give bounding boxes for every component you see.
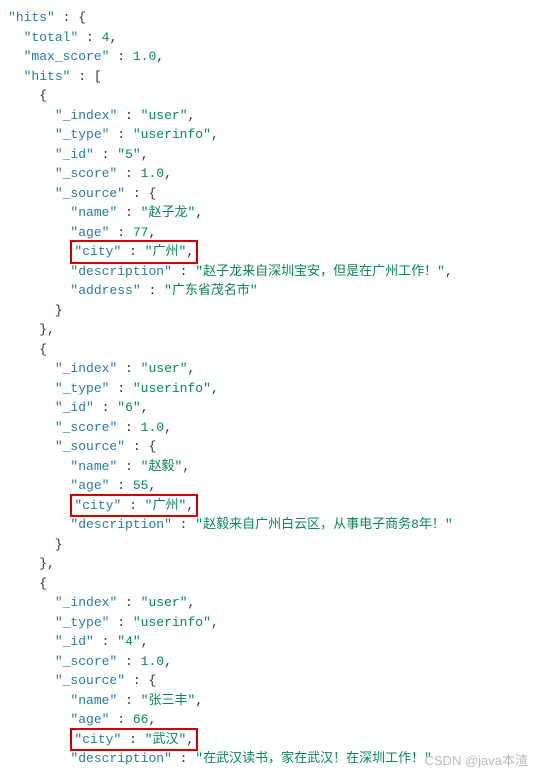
line: "_index" : "user", — [8, 593, 530, 613]
line: "_id" : "5", — [8, 145, 530, 165]
line: { — [8, 86, 530, 106]
line: "_source" : { — [8, 184, 530, 204]
city-highlight: "city" : "广州", — [8, 496, 530, 516]
line: "_type" : "userinfo", — [8, 379, 530, 399]
line: "_id" : "6", — [8, 398, 530, 418]
line: "address" : "广东省茂名市" — [8, 281, 530, 301]
line: "_source" : { — [8, 671, 530, 691]
line: } — [8, 535, 530, 555]
city-highlight: "city" : "广州", — [8, 242, 530, 262]
line: }, — [8, 320, 530, 340]
line: "_score" : 1.0, — [8, 164, 530, 184]
line: { — [8, 574, 530, 594]
line: "_type" : "userinfo", — [8, 613, 530, 633]
line: "name" : "赵毅", — [8, 457, 530, 477]
line: "hits" : { — [8, 8, 530, 28]
line: "_id" : "4", — [8, 632, 530, 652]
line: "description" : "赵子龙来自深圳宝安，但是在广州工作！", — [8, 262, 530, 282]
city-highlight: "city" : "武汉", — [8, 730, 530, 750]
line: "_index" : "user", — [8, 359, 530, 379]
line: "_score" : 1.0, — [8, 418, 530, 438]
line: "name" : "赵子龙", — [8, 203, 530, 223]
line: "_type" : "userinfo", — [8, 125, 530, 145]
line: "total" : 4, — [8, 28, 530, 48]
line: "_score" : 1.0, — [8, 652, 530, 672]
line: "description" : "赵毅来自广州白云区，从事电子商务8年！" — [8, 515, 530, 535]
line: "name" : "张三丰", — [8, 691, 530, 711]
json-block: "hits" : { "total" : 4, "max_score" : 1.… — [8, 8, 530, 769]
line: "max_score" : 1.0, — [8, 47, 530, 67]
line: { — [8, 340, 530, 360]
line: "_index" : "user", — [8, 106, 530, 126]
line: }, — [8, 554, 530, 574]
line: "hits" : [ — [8, 67, 530, 87]
line: "_source" : { — [8, 437, 530, 457]
watermark: CSDN @java本渣 — [425, 751, 529, 771]
line: } — [8, 301, 530, 321]
